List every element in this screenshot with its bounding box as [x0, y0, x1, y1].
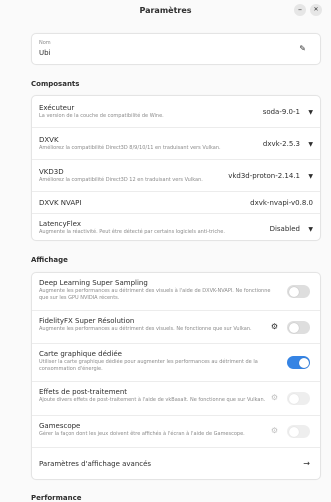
window-title: Paramètres [139, 6, 192, 15]
dedicated-gpu-subtitle: Utiliser la carte graphique dédiée pour … [39, 359, 258, 372]
dlss-subtitle: Augmente les performances au détriment d… [39, 288, 271, 301]
toggle-knob [288, 393, 299, 404]
post-processing-row[interactable]: Effets de post-traitement Ajoute divers … [32, 382, 320, 416]
name-label: Nom [39, 40, 51, 46]
advanced-display-row[interactable]: Paramètres d'affichage avancés → [32, 448, 320, 479]
section-title-performance: Performance [31, 494, 82, 502]
dxvk-nvapi-title: DXVK NVAPI [39, 199, 82, 207]
arrow-right-icon[interactable]: → [303, 459, 310, 468]
toggle-knob [288, 426, 299, 437]
dlss-toggle[interactable] [287, 285, 310, 298]
dlss-title: Deep Learning Super Sampling [39, 279, 148, 287]
minimize-button[interactable]: – [294, 4, 306, 16]
title-bar: Paramètres – ✕ [0, 0, 331, 21]
dedicated-gpu-title: Carte graphique dédiée [39, 350, 122, 358]
runner-title: Exécuteur [39, 104, 75, 112]
name-field[interactable]: Ubi [39, 49, 51, 57]
fsr-title: FidelityFX Super Résolution [39, 317, 135, 325]
post-processing-subtitle: Ajoute divers effets de post-traitement … [39, 397, 266, 403]
gear-icon: ⚙ [270, 426, 278, 435]
dedicated-gpu-toggle[interactable] [287, 356, 310, 369]
gamescope-row[interactable]: Gamescope Gérer la façon dont les jeux d… [32, 416, 320, 448]
latencyflex-subtitle: Augmente la réactivité. Peut être détect… [39, 229, 225, 235]
dlss-row[interactable]: Deep Learning Super Sampling Augmente le… [32, 273, 320, 311]
chevron-down-icon[interactable]: ▼ [308, 173, 313, 180]
section-title-display: Affichage [31, 256, 68, 264]
toggle-knob [288, 322, 299, 333]
close-button[interactable]: ✕ [310, 4, 322, 16]
dxvk-subtitle: Améliorez la compatibilité Direct3D 8/9/… [39, 145, 221, 151]
gear-icon[interactable]: ⚙ [271, 322, 278, 331]
toggle-knob [288, 286, 299, 297]
fsr-toggle[interactable] [287, 321, 310, 334]
dxvk-nvapi-row: DXVK NVAPI dxvk-nvapi-v0.8.0 [32, 192, 320, 214]
latencyflex-row[interactable]: LatencyFlex Augmente la réactivité. Peut… [32, 214, 320, 240]
vkd3d-title: VKD3D [39, 168, 64, 176]
dxvk-nvapi-value: dxvk-nvapi-v0.8.0 [250, 199, 313, 207]
fsr-subtitle: Augmente les performances au détriment d… [39, 326, 252, 332]
section-title-components: Composants [31, 80, 80, 88]
latencyflex-value[interactable]: Disabled [270, 225, 300, 233]
vkd3d-row[interactable]: VKD3D Améliorez la compatibilité Direct3… [32, 160, 320, 192]
chevron-down-icon[interactable]: ▼ [308, 226, 313, 233]
runner-subtitle: La version de la couche de compatibilité… [39, 113, 164, 119]
gear-icon: ⚙ [270, 393, 278, 402]
runner-value[interactable]: soda-9.0-1 [263, 108, 300, 116]
close-icon: ✕ [313, 6, 319, 13]
components-card: Exécuteur La version de la couche de com… [31, 95, 321, 241]
toggle-knob [298, 357, 309, 368]
dxvk-row[interactable]: DXVK Améliorez la compatibilité Direct3D… [32, 128, 320, 160]
display-card: Deep Learning Super Sampling Augmente le… [31, 272, 321, 480]
gamescope-subtitle: Gérer la façon dont les jeux doivent êtr… [39, 431, 245, 437]
dedicated-gpu-row[interactable]: Carte graphique dédiée Utiliser la carte… [32, 344, 320, 382]
gamescope-toggle [287, 425, 310, 438]
gamescope-title: Gamescope [39, 422, 81, 430]
post-processing-toggle [287, 392, 310, 405]
chevron-down-icon[interactable]: ▼ [308, 141, 313, 148]
post-processing-title: Effets de post-traitement [39, 388, 128, 396]
dxvk-title: DXVK [39, 136, 59, 144]
minimize-icon: – [298, 5, 302, 14]
runner-row[interactable]: Exécuteur La version de la couche de com… [32, 96, 320, 128]
fsr-row[interactable]: FidelityFX Super Résolution Augmente les… [32, 311, 320, 344]
pencil-icon[interactable]: ✎ [299, 44, 306, 53]
advanced-display-title: Paramètres d'affichage avancés [39, 460, 152, 468]
vkd3d-value[interactable]: vkd3d-proton-2.14.1 [228, 172, 300, 180]
chevron-down-icon[interactable]: ▼ [308, 109, 313, 116]
dxvk-value[interactable]: dxvk-2.5.3 [263, 140, 300, 148]
latencyflex-title: LatencyFlex [39, 220, 81, 228]
name-card[interactable]: Nom Ubi ✎ [31, 33, 321, 65]
